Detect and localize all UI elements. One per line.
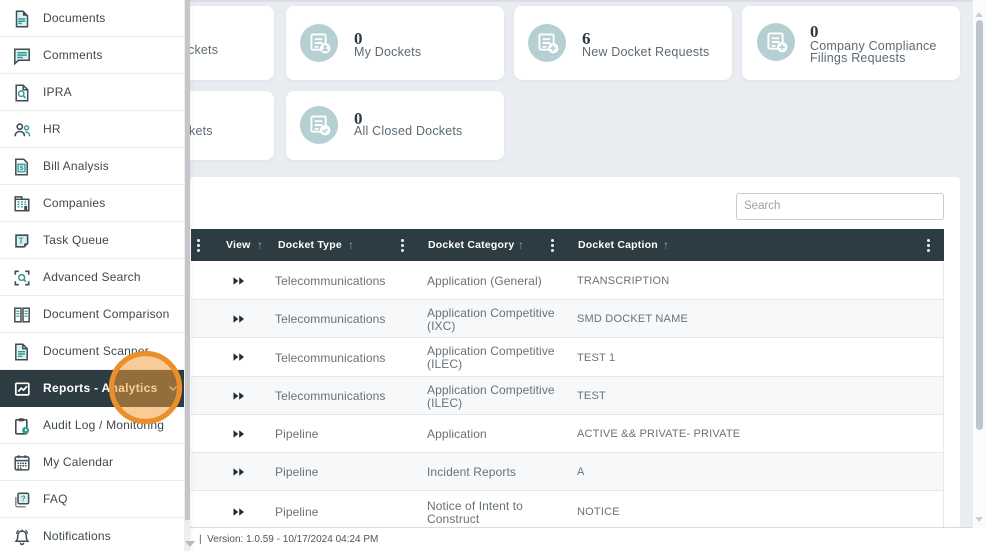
svg-text:T: T: [19, 236, 24, 245]
svg-text:$: $: [20, 165, 24, 172]
svg-text:?: ?: [21, 494, 26, 503]
